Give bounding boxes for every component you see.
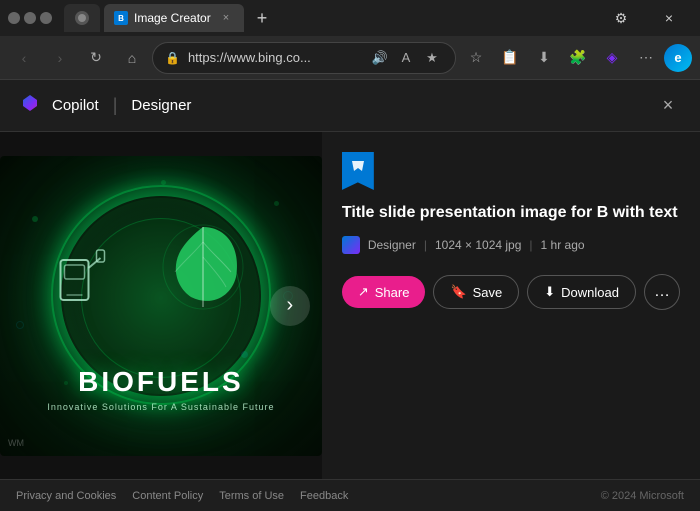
- action-buttons: ↗ Share 🔖 Save ⬇ Download …: [342, 274, 680, 310]
- save-label: Save: [473, 285, 503, 300]
- next-button[interactable]: ›: [270, 286, 310, 326]
- save-button[interactable]: 🔖 Save: [433, 275, 519, 309]
- title-bar-actions: ⚙ ×: [598, 2, 692, 34]
- address-bar[interactable]: 🔒 https://www.bing.co... 🔊 A ★: [152, 42, 456, 74]
- save-icon: 🔖: [450, 284, 466, 300]
- bookmark-icon: [342, 152, 374, 190]
- copilot-logo-icon: [16, 92, 44, 120]
- minimize-button[interactable]: [8, 12, 20, 24]
- tab-close-button[interactable]: ×: [218, 10, 234, 26]
- info-panel: Title slide presentation image for B wit…: [322, 132, 700, 479]
- nav-right-buttons: ☆ 📋 ⬇ 🧩 ◈ ⋯ e: [460, 42, 692, 74]
- share-label: Share: [375, 285, 410, 300]
- feedback-link[interactable]: Feedback: [300, 490, 348, 502]
- home-button[interactable]: ⌂: [116, 42, 148, 74]
- copilot-label: Copilot: [52, 97, 99, 114]
- meta-size: 1024 × 1024 jpg: [435, 238, 521, 252]
- designer-label: Designer: [131, 97, 191, 114]
- copilot-btn[interactable]: ◈: [596, 42, 628, 74]
- meta-time: 1 hr ago: [541, 238, 585, 252]
- copyright-text: © 2024 Microsoft: [601, 490, 684, 502]
- lock-icon: 🔒: [165, 51, 180, 65]
- watermark: WM: [8, 438, 24, 448]
- favorites-icon[interactable]: ★: [421, 47, 443, 69]
- maximize-button[interactable]: [24, 12, 36, 24]
- refresh-button[interactable]: ↻: [80, 42, 112, 74]
- tab-image-creator[interactable]: B Image Creator ×: [104, 4, 244, 32]
- copilot-logo: Copilot: [16, 92, 99, 120]
- url-text: https://www.bing.co...: [188, 50, 361, 65]
- new-tab-button[interactable]: +: [248, 4, 276, 32]
- terms-link[interactable]: Terms of Use: [219, 490, 284, 502]
- viewer-area: BIOFUELS Innovative Solutions For A Sust…: [0, 132, 700, 479]
- download-button[interactable]: ⬇ Download: [527, 275, 636, 309]
- biofuels-title: BIOFUELS: [47, 366, 274, 398]
- title-settings-button[interactable]: ⚙: [598, 2, 644, 34]
- image-panel: BIOFUELS Innovative Solutions For A Sust…: [0, 132, 322, 479]
- browser-close-button[interactable]: ×: [646, 2, 692, 34]
- share-button[interactable]: ↗ Share: [342, 276, 426, 308]
- edge-profile-icon[interactable]: e: [664, 44, 692, 72]
- window-controls: [8, 12, 52, 24]
- window-close-button[interactable]: [40, 12, 52, 24]
- tab-favicon: B: [114, 11, 128, 25]
- more-button[interactable]: …: [644, 274, 680, 310]
- bing-favicon: B: [114, 11, 128, 25]
- downloads-btn[interactable]: ⬇: [528, 42, 560, 74]
- share-icon: ↗: [358, 284, 369, 300]
- download-icon: ⬇: [544, 284, 555, 300]
- tab-bar: B Image Creator × +: [64, 4, 590, 32]
- biofuels-subtitle: Innovative Solutions For A Sustainable F…: [47, 402, 274, 412]
- translate-icon[interactable]: A: [395, 47, 417, 69]
- image-meta: Designer | 1024 × 1024 jpg | 1 hr ago: [342, 236, 680, 254]
- panel-close-button[interactable]: ×: [652, 90, 684, 122]
- content-policy-link[interactable]: Content Policy: [132, 490, 203, 502]
- footer-links: Privacy and Cookies Content Policy Terms…: [16, 490, 348, 502]
- content-area: Copilot | Designer ×: [0, 80, 700, 511]
- title-bar: B Image Creator × + ⚙ ×: [0, 0, 700, 36]
- back-button[interactable]: ‹: [8, 42, 40, 74]
- image-title: Title slide presentation image for B wit…: [342, 202, 680, 224]
- meta-source: Designer: [368, 238, 416, 252]
- header-divider: |: [113, 95, 118, 116]
- address-icons: 🔊 A ★: [369, 47, 443, 69]
- tab-favicon-only[interactable]: [64, 4, 100, 32]
- tab-title: Image Creator: [134, 11, 211, 25]
- read-aloud-icon[interactable]: 🔊: [369, 47, 391, 69]
- meta-designer-icon: [342, 236, 360, 254]
- copilot-header: Copilot | Designer ×: [0, 80, 700, 132]
- meta-divider-1: |: [424, 238, 427, 252]
- tab-icon: [75, 11, 89, 25]
- settings-more-btn[interactable]: ⋯: [630, 42, 662, 74]
- download-label: Download: [561, 285, 619, 300]
- navigation-bar: ‹ › ↻ ⌂ 🔒 https://www.bing.co... 🔊 A ★ ☆…: [0, 36, 700, 80]
- collections-btn[interactable]: 📋: [494, 42, 526, 74]
- footer: Privacy and Cookies Content Policy Terms…: [0, 479, 700, 511]
- forward-button[interactable]: ›: [44, 42, 76, 74]
- favorites-btn[interactable]: ☆: [460, 42, 492, 74]
- meta-divider-2: |: [529, 238, 532, 252]
- text-block: BIOFUELS Innovative Solutions For A Sust…: [47, 246, 274, 436]
- extensions-btn[interactable]: 🧩: [562, 42, 594, 74]
- privacy-link[interactable]: Privacy and Cookies: [16, 490, 116, 502]
